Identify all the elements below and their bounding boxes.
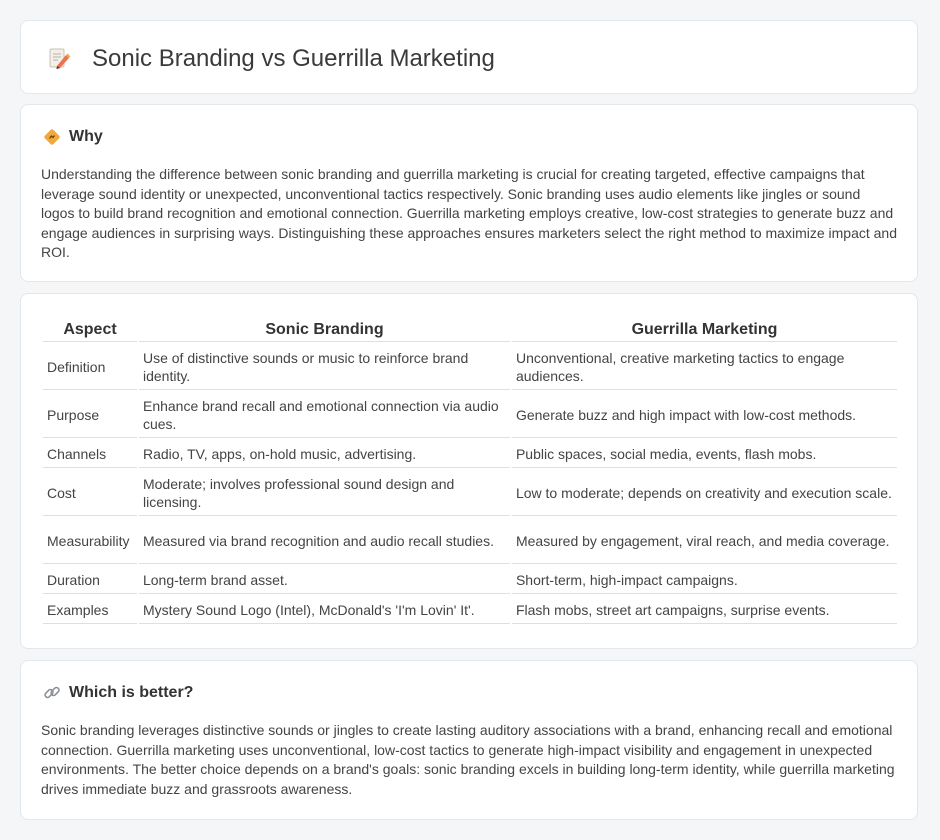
guerrilla-marketing-cell: Unconventional, creative marketing tacti… [511,344,897,390]
comparison-table: Aspect Sonic Branding Guerrilla Marketin… [41,315,899,626]
sonic-branding-cell: Radio, TV, apps, on-hold music, advertis… [138,440,510,468]
table-row: Duration Long-term brand asset. Short-te… [43,566,897,594]
table-row: Cost Moderate; involves professional sou… [43,470,897,516]
which-is-better-section: Which is better? Sonic branding leverage… [20,660,918,820]
guerrilla-marketing-cell: Public spaces, social media, events, fla… [511,440,897,468]
link-icon [43,684,61,702]
comparison-section: Aspect Sonic Branding Guerrilla Marketin… [20,293,918,649]
header-card: Sonic Branding vs Guerrilla Marketing [20,20,918,94]
better-text: Sonic branding leverages distinctive sou… [41,722,895,797]
memo-pencil-icon [47,47,71,71]
row-aspect: Definition [43,344,137,390]
row-aspect: Purpose [43,392,137,438]
sonic-branding-cell: Mystery Sound Logo (Intel), McDonald's '… [138,596,510,624]
row-aspect: Examples [43,596,137,624]
guerrilla-marketing-cell: Short-term, high-impact campaigns. [511,566,897,594]
diamond-sign-icon [43,128,61,146]
guerrilla-marketing-cell: Generate buzz and high impact with low-c… [511,392,897,438]
table-row: Definition Use of distinctive sounds or … [43,344,897,390]
column-header-aspect: Aspect [43,317,137,342]
sonic-branding-cell: Enhance brand recall and emotional conne… [138,392,510,438]
guerrilla-marketing-cell: Low to moderate; depends on creativity a… [511,470,897,516]
guerrilla-marketing-cell: Measured by engagement, viral reach, and… [511,518,897,564]
row-aspect: Channels [43,440,137,468]
table-row: Purpose Enhance brand recall and emotion… [43,392,897,438]
column-header-guerrilla-marketing: Guerrilla Marketing [511,317,897,342]
why-text: Understanding the difference between son… [41,166,898,260]
row-aspect: Duration [43,566,137,594]
table-row: Examples Mystery Sound Logo (Intel), McD… [43,596,897,624]
row-aspect: Cost [43,470,137,516]
why-heading: Why [69,128,103,145]
sonic-branding-cell: Use of distinctive sounds or music to re… [138,344,510,390]
row-aspect: Measurability [43,518,137,564]
column-header-sonic-branding: Sonic Branding [138,317,510,342]
sonic-branding-cell: Long-term brand asset. [138,566,510,594]
table-row: Channels Radio, TV, apps, on-hold music,… [43,440,897,468]
table-header-row: Aspect Sonic Branding Guerrilla Marketin… [43,317,897,342]
guerrilla-marketing-cell: Flash mobs, street art campaigns, surpri… [511,596,897,624]
page-title: Sonic Branding vs Guerrilla Marketing [92,45,495,72]
better-heading: Which is better? [69,684,194,701]
sonic-branding-cell: Measured via brand recognition and audio… [138,518,510,564]
why-section: Why Understanding the difference between… [20,104,918,282]
better-heading-row: Which is better? [43,683,193,703]
why-heading-row: Why [43,127,103,147]
sonic-branding-cell: Moderate; involves professional sound de… [138,470,510,516]
table-row: Measurability Measured via brand recogni… [43,518,897,564]
